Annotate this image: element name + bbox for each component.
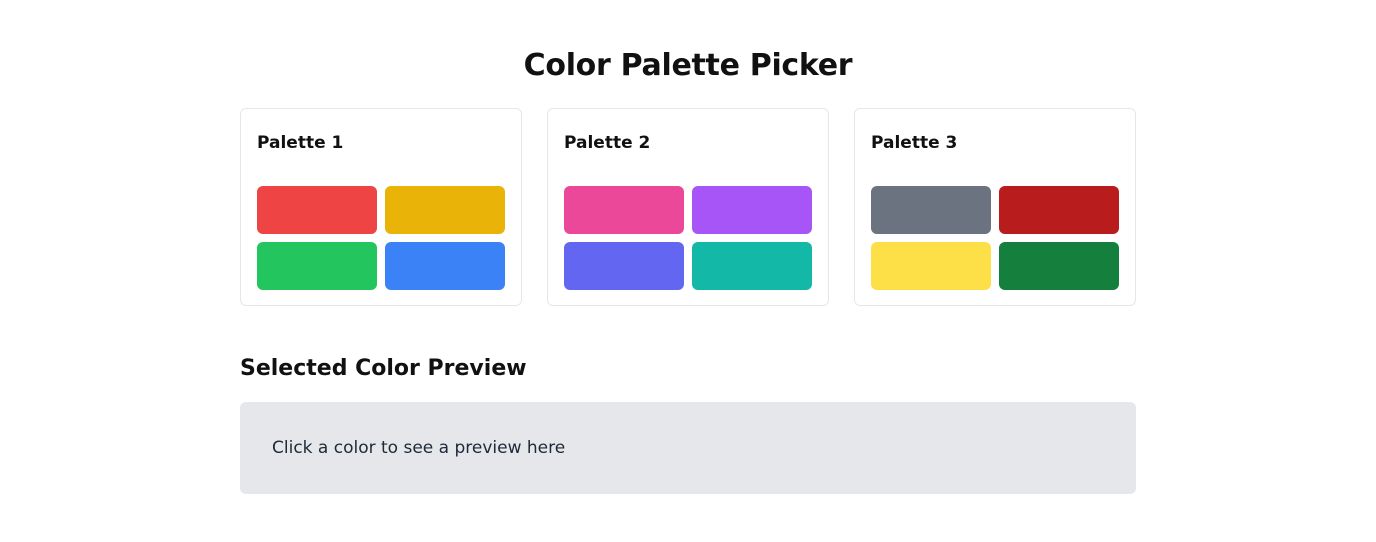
palette-list: Palette 1 Palette 2 Palette 3 (240, 108, 1136, 306)
color-swatch[interactable] (999, 242, 1119, 290)
palette-name: Palette 3 (871, 133, 958, 153)
page-title: Color Palette Picker (523, 48, 853, 83)
color-swatch[interactable] (385, 242, 505, 290)
color-swatch[interactable] (385, 186, 505, 234)
color-swatch[interactable] (999, 186, 1119, 234)
palette-card-3: Palette 3 (854, 108, 1136, 306)
color-swatch[interactable] (257, 186, 377, 234)
palette-card-2: Palette 2 (547, 108, 829, 306)
color-swatch[interactable] (257, 242, 377, 290)
color-swatch[interactable] (871, 186, 991, 234)
preview-placeholder-text: Click a color to see a preview here (272, 438, 566, 458)
preview-heading: Selected Color Preview (240, 356, 527, 381)
color-swatch[interactable] (871, 242, 991, 290)
color-preview-box: Click a color to see a preview here (240, 402, 1136, 494)
swatch-grid (257, 186, 505, 290)
color-swatch[interactable] (564, 186, 684, 234)
palette-name: Palette 2 (564, 133, 651, 153)
swatch-grid (564, 186, 812, 290)
page: Color Palette Picker Palette 1 Palette 2… (0, 0, 1376, 542)
palette-name: Palette 1 (257, 133, 344, 153)
color-swatch[interactable] (564, 242, 684, 290)
swatch-grid (871, 186, 1119, 290)
color-swatch[interactable] (692, 186, 812, 234)
palette-card-1: Palette 1 (240, 108, 522, 306)
color-swatch[interactable] (692, 242, 812, 290)
